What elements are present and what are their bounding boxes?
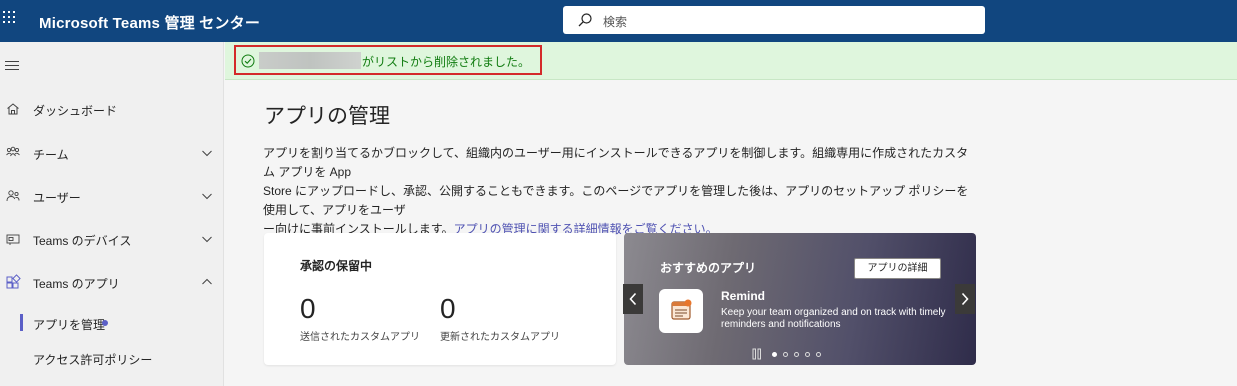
sidebar-item-label: Teams のアプリ	[33, 277, 120, 291]
banner-highlight: がリストから削除されました。	[234, 45, 542, 75]
sidebar-item-label: ユーザー	[33, 191, 81, 205]
submitted-stat[interactable]: 0 送信されたカスタムアプリ	[300, 293, 420, 343]
active-indicator	[20, 314, 23, 331]
chevron-down-icon[interactable]	[201, 147, 213, 159]
pause-icon[interactable]	[751, 348, 763, 360]
check-circle-icon	[241, 54, 255, 68]
app-details-button[interactable]: アプリの詳細	[854, 258, 941, 279]
card-title: 承認の保留中	[300, 259, 373, 273]
carousel-dot[interactable]	[805, 352, 810, 357]
app-launcher-icon[interactable]	[3, 11, 19, 27]
page-description: アプリを割り当てるかブロックして、組織内のユーザー用にインストールできるアプリを…	[263, 144, 975, 239]
submitted-count: 0	[300, 293, 316, 324]
calendar-icon	[671, 299, 692, 320]
top-bar: Microsoft Teams 管理 センター 検索	[0, 0, 1237, 42]
sidebar-subitem-permission-policies[interactable]: アクセス許可ポリシー	[0, 345, 223, 371]
sidebar-item-users[interactable]: ユーザー	[0, 181, 223, 211]
main-content: アプリの管理 アプリを割り当てるかブロックして、組織内のユーザー用にインストール…	[225, 80, 1237, 386]
updated-count: 0	[440, 293, 456, 324]
sidebar-item-devices[interactable]: Teams のデバイス	[0, 224, 223, 254]
banner-message: がリストから削除されました。	[362, 55, 531, 69]
remind-app-icon[interactable]	[659, 289, 703, 333]
description-text: Store にアップロードし、承認、公開することもできます。このページでアプリを…	[263, 184, 969, 217]
chevron-left-icon	[629, 292, 637, 306]
pending-approval-card: 承認の保留中 0 送信されたカスタムアプリ 0 更新されたカスタムアプリ	[264, 233, 616, 365]
chevron-right-icon	[961, 292, 969, 306]
sidebar-item-label: ダッシュボード	[33, 104, 118, 118]
chevron-down-icon[interactable]	[201, 233, 213, 245]
page-title: アプリの管理	[264, 105, 390, 128]
apps-icon	[6, 274, 21, 289]
teams-icon	[6, 146, 20, 157]
carousel-controls	[751, 348, 831, 360]
carousel-dot[interactable]	[783, 352, 788, 357]
redacted-app-name	[259, 52, 361, 69]
updated-stat[interactable]: 0 更新されたカスタムアプリ	[440, 293, 560, 343]
featured-apps-card: おすすめのアプリ アプリの詳細 Remind Keep your team or…	[624, 233, 976, 365]
hamburger-menu-icon[interactable]	[5, 60, 19, 72]
updated-label: 更新されたカスタムアプリ	[440, 332, 560, 343]
chevron-down-icon[interactable]	[201, 190, 213, 202]
sidebar-item-label: Teams のデバイス	[33, 234, 132, 248]
users-icon	[6, 190, 20, 202]
sidebar-item-teams[interactable]: チーム	[0, 138, 223, 168]
success-banner: がリストから削除されました。	[225, 42, 1237, 80]
active-dot	[102, 320, 108, 326]
sidebar-subitem-manage-apps[interactable]: アプリを管理	[0, 310, 223, 336]
app-title[interactable]: Microsoft Teams 管理 センター	[39, 12, 260, 33]
search-placeholder[interactable]: 検索	[603, 13, 627, 30]
chevron-up-icon[interactable]	[201, 276, 213, 288]
featured-title: おすすめのアプリ	[660, 261, 757, 275]
carousel-dot[interactable]	[772, 352, 777, 357]
submitted-label: 送信されたカスタムアプリ	[300, 332, 420, 343]
carousel-dot[interactable]	[794, 352, 799, 357]
sidebar-item-apps[interactable]: Teams のアプリ	[0, 267, 223, 297]
carousel-dot[interactable]	[816, 352, 821, 357]
sidebar-subitem-label: アプリを管理	[33, 318, 106, 332]
featured-app-description: Keep your team organized and on track wi…	[721, 307, 946, 330]
sidebar-item-label: チーム	[33, 148, 69, 162]
carousel-next-button[interactable]	[955, 284, 975, 314]
home-icon	[7, 103, 19, 115]
sidebar-subitem-label: アクセス許可ポリシー	[33, 353, 153, 367]
featured-app-name[interactable]: Remind	[721, 289, 765, 303]
carousel-prev-button[interactable]	[623, 284, 643, 314]
sidebar-item-dashboard[interactable]: ダッシュボード	[0, 94, 223, 124]
description-text: アプリを割り当てるかブロックして、組織内のユーザー用にインストールできるアプリを…	[263, 146, 969, 179]
search-icon	[578, 13, 592, 27]
devices-icon	[6, 234, 20, 245]
search-box[interactable]: 検索	[563, 6, 985, 34]
sidebar: ダッシュボード チーム ユーザー Teams のデバイス Teams のアプリ …	[0, 42, 224, 386]
